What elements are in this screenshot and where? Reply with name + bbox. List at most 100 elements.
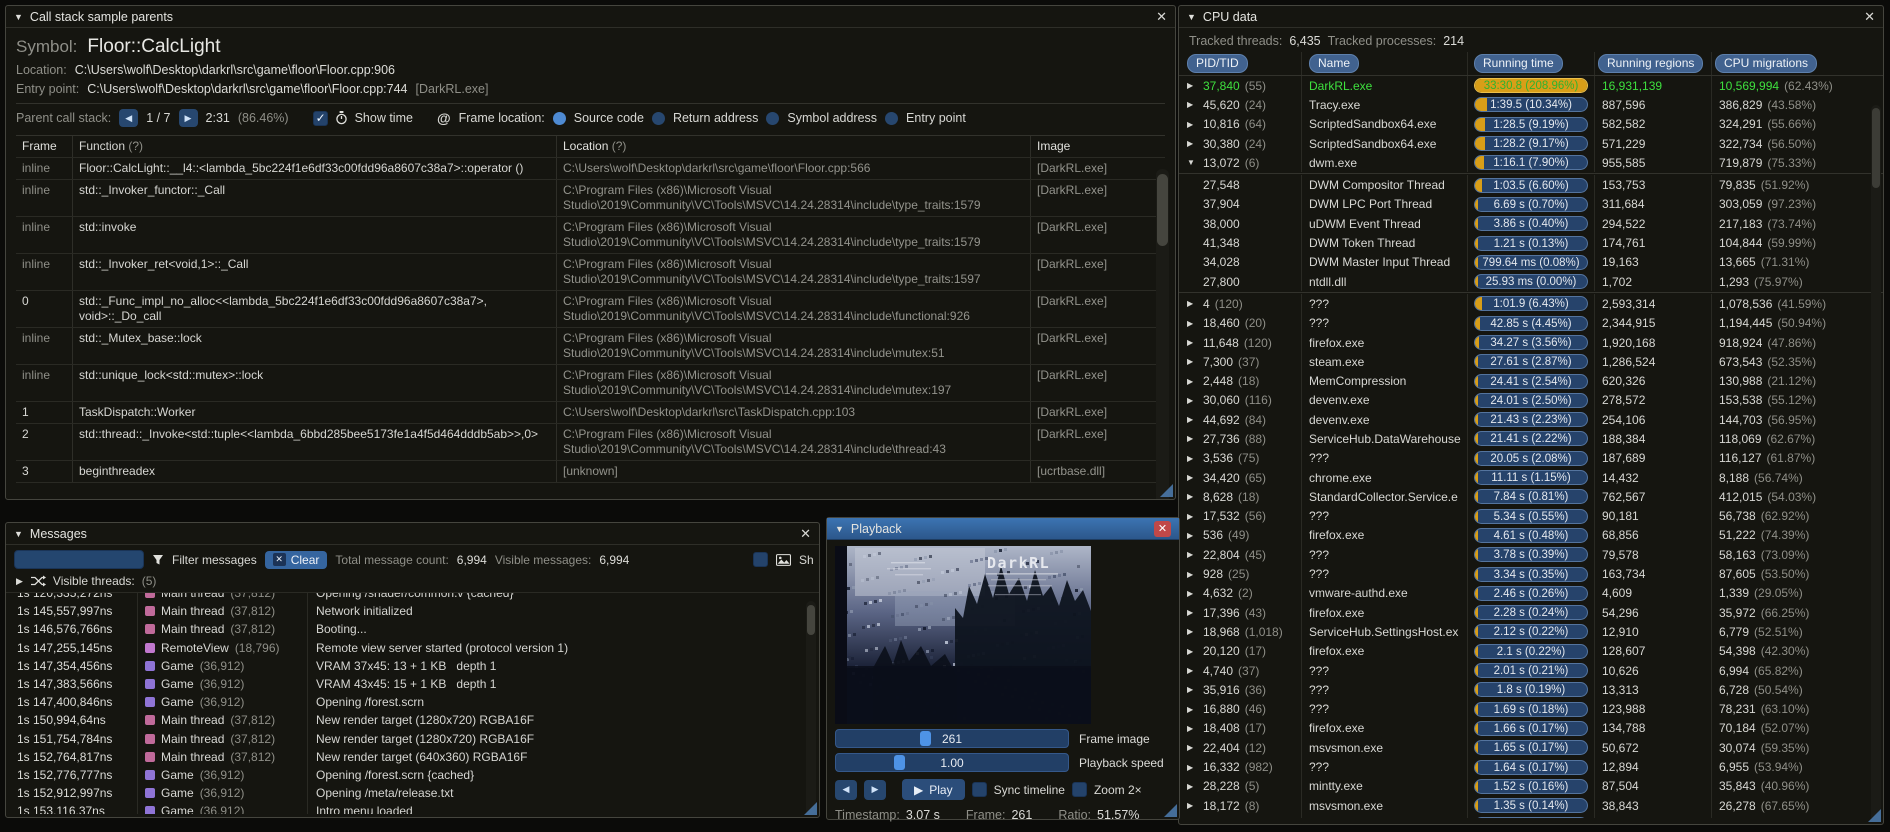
resize-grip[interactable] xyxy=(1164,804,1177,817)
expand-icon[interactable]: ▶ xyxy=(1187,570,1198,579)
collapse-icon[interactable]: ▼ xyxy=(14,529,23,539)
cpu-row[interactable]: ▼ 13,072 (6) dwm.exe 1:16.1 (7.90%) 955,… xyxy=(1179,153,1883,173)
expand-icon[interactable]: ▶ xyxy=(1187,763,1198,772)
visible-threads-row[interactable]: ▶ Visible threads: (5) xyxy=(6,572,819,592)
callstack-row[interactable]: inline std::unique_lock<std::mutex>::loc… xyxy=(16,365,1165,402)
cpu-row[interactable]: ▶ 18,408 (17) firefox.exe 1.66 s (0.17%)… xyxy=(1179,718,1883,739)
message-row[interactable]: 1s 146,576,766ns Main thread (37,812) Bo… xyxy=(6,620,819,639)
radio-return-address[interactable] xyxy=(651,111,665,125)
expand-icon[interactable]: ▶ xyxy=(1187,627,1198,636)
cpu-row[interactable]: ▶ 11,648 (120) firefox.exe 34.27 s (3.56… xyxy=(1179,332,1883,353)
expand-icon[interactable]: ▶ xyxy=(1187,454,1198,463)
scrollbar-thumb[interactable] xyxy=(1872,108,1880,188)
clear-button[interactable]: ✕ Clear xyxy=(264,550,328,569)
cpu-row[interactable]: ▶ 16,880 (46) ??? 1.69 s (0.18%) 123,988… xyxy=(1179,699,1883,719)
radio-source-code-label[interactable]: Source code xyxy=(574,111,644,125)
expand-icon[interactable]: ▶ xyxy=(1187,396,1198,405)
column-running-regions[interactable]: Running regions xyxy=(1598,54,1704,73)
message-row[interactable]: 1s 147,255,145ns RemoteView (18,796) Rem… xyxy=(6,638,819,657)
cpu-row[interactable]: 34,028 DWM Master Input Thread 799.64 ms… xyxy=(1179,252,1883,272)
expand-icon[interactable]: ▶ xyxy=(1187,801,1198,810)
message-row[interactable]: 1s 147,400,846ns Game (36,912) Opening /… xyxy=(6,693,819,712)
column-location[interactable]: Location (?) xyxy=(556,136,1030,157)
cpu-row[interactable]: ▶ 45,620 (24) Tracy.exe 1:39.5 (10.34%) … xyxy=(1179,95,1883,115)
cpu-row[interactable]: ▶ 30,380 (24) ScriptedSandbox64.exe 1:28… xyxy=(1179,133,1883,154)
cpu-row[interactable]: ▶ 34,420 (65) chrome.exe 11.11 s (1.15%)… xyxy=(1179,467,1883,488)
cpu-row[interactable]: ▶ 44,692 (84) devenv.exe 21.43 s (2.23%)… xyxy=(1179,410,1883,430)
prev-frame-button[interactable]: ◀ xyxy=(835,779,857,800)
expand-icon[interactable]: ▶ xyxy=(1187,492,1198,501)
callstack-row[interactable]: inline std::_Invoker_functor::_Call C:\P… xyxy=(16,180,1165,217)
resize-grip[interactable] xyxy=(1868,809,1881,822)
close-icon[interactable]: ✕ xyxy=(1864,10,1875,23)
next-frame-button[interactable]: ▶ xyxy=(864,779,886,800)
column-name[interactable]: Name xyxy=(1309,54,1360,73)
close-icon[interactable]: ✕ xyxy=(1154,520,1171,537)
cpu-row[interactable]: ▶ 22,804 (45) ??? 3.78 s (0.39%) 79,578 … xyxy=(1179,545,1883,565)
column-running-time[interactable]: Running time xyxy=(1474,54,1563,73)
message-row[interactable]: 1s 151,754,784ns Main thread (37,812) Ne… xyxy=(6,729,819,748)
message-row[interactable]: 1s 150,994,64ns Main thread (37,812) New… xyxy=(6,711,819,730)
cpu-row[interactable]: ▶ 17,532 (56) ??? 5.34 s (0.55%) 90,181 … xyxy=(1179,506,1883,526)
cpu-row[interactable]: 38,000 uDWM Event Thread 3.86 s (0.40%) … xyxy=(1179,214,1883,234)
zoom-2x-checkbox[interactable] xyxy=(1071,782,1087,797)
scrollbar-thumb[interactable] xyxy=(1157,174,1168,246)
cpu-row[interactable]: ▶ 4,740 (37) ??? 2.01 s (0.21%) 10,626 6… xyxy=(1179,660,1883,681)
show-images-label[interactable]: Show images xyxy=(799,553,813,567)
expand-icon[interactable]: ▶ xyxy=(1187,357,1198,366)
expand-icon[interactable]: ▶ xyxy=(1187,81,1198,90)
resize-grip[interactable] xyxy=(804,802,817,815)
callstack-scrollbar[interactable] xyxy=(1156,169,1169,499)
expand-icon[interactable]: ▶ xyxy=(16,576,23,587)
expand-icon[interactable]: ▶ xyxy=(1187,120,1198,129)
cpu-row[interactable]: ▶ 20,120 (17) firefox.exe 2.1 s (0.22%) … xyxy=(1179,641,1883,661)
message-row[interactable]: 1s 152,776,777ns Game (36,912) Opening /… xyxy=(6,765,819,785)
radio-entry-point[interactable] xyxy=(885,111,899,125)
cpu-row[interactable]: ▶ 27,736 (88) ServiceHub.DataWarehouse 2… xyxy=(1179,429,1883,449)
cpu-row[interactable]: ▶ 928 (25) ??? 3.34 s (0.35%) 163,734 87… xyxy=(1179,564,1883,584)
expand-icon[interactable]: ▶ xyxy=(1187,550,1198,559)
callstack-row[interactable]: 2 std::thread::_Invoke<std::tuple<<lambd… xyxy=(16,424,1165,461)
message-row[interactable]: 1s 152,912,997ns Game (36,912) Opening /… xyxy=(6,784,819,803)
callstack-row[interactable]: inline std::_Mutex_base::lock C:\Program… xyxy=(16,328,1165,365)
expand-icon[interactable]: ▼ xyxy=(1187,158,1198,167)
frame-image-slider[interactable]: 261 xyxy=(835,729,1069,748)
message-row[interactable]: 1s 147,383,566ns Game (36,912) VRAM 43x4… xyxy=(6,674,819,694)
radio-symbol-address[interactable] xyxy=(766,111,780,125)
sync-timeline-label[interactable]: Sync timeline xyxy=(994,783,1065,797)
next-parent-button[interactable]: ▶ xyxy=(178,109,198,127)
collapse-icon[interactable]: ▼ xyxy=(14,12,23,22)
cpu-row[interactable]: ▶ 17,396 (43) firefox.exe 2.28 s (0.24%)… xyxy=(1179,603,1883,623)
cpu-row[interactable]: ▶ 35,916 (36) ??? 1.8 s (0.19%) 13,313 6… xyxy=(1179,680,1883,700)
column-image[interactable]: Image xyxy=(1030,136,1136,157)
sync-timeline-checkbox[interactable] xyxy=(971,782,987,797)
radio-return-address-label[interactable]: Return address xyxy=(673,111,758,125)
cpu-row[interactable]: ▶ 37,840 (55) DarkRL.exe 33:30.8 (208.96… xyxy=(1179,76,1883,96)
show-time-label[interactable]: Show time xyxy=(355,111,413,125)
expand-icon[interactable]: ▶ xyxy=(1187,434,1198,443)
expand-icon[interactable]: ▶ xyxy=(1187,743,1198,752)
cpu-row[interactable]: ▶ 30,060 (116) devenv.exe 24.01 s (2.50%… xyxy=(1179,390,1883,411)
close-icon[interactable]: ✕ xyxy=(1156,10,1167,23)
column-pid-tid[interactable]: PID/TID xyxy=(1187,54,1248,73)
cpu-row[interactable]: ▶ 18,172 (8) msvsmon.exe 1.35 s (0.14%) … xyxy=(1179,795,1883,816)
show-time-checkbox[interactable] xyxy=(312,110,328,126)
cpu-row[interactable]: 27,800 ntdll.dll 25.93 ms (0.00%) 1,702 … xyxy=(1179,271,1883,292)
close-icon[interactable]: ✕ xyxy=(800,527,811,540)
cpu-row[interactable]: ▶ 16,332 (982) ??? 1.64 s (0.17%) 12,894… xyxy=(1179,757,1883,777)
expand-icon[interactable]: ▶ xyxy=(1187,473,1198,482)
cpu-row[interactable] xyxy=(1179,815,1883,818)
cpu-scrollbar[interactable] xyxy=(1871,105,1881,818)
cpu-row[interactable]: ▶ 18,460 (20) ??? 42.85 s (4.45%) 2,344,… xyxy=(1179,313,1883,333)
cpu-row[interactable]: ▶ 536 (49) firefox.exe 4.61 s (0.48%) 68… xyxy=(1179,525,1883,546)
play-button[interactable]: ▶ Play xyxy=(902,779,965,800)
cpu-row[interactable]: 41,348 DWM Token Thread 1.21 s (0.13%) 1… xyxy=(1179,233,1883,253)
expand-icon[interactable]: ▶ xyxy=(1187,608,1198,617)
expand-icon[interactable]: ▶ xyxy=(1187,666,1198,675)
callstack-row[interactable]: inline std::invoke C:\Program Files (x86… xyxy=(16,217,1165,254)
expand-icon[interactable]: ▶ xyxy=(1187,724,1198,733)
expand-icon[interactable]: ▶ xyxy=(1187,685,1198,694)
collapse-icon[interactable]: ▼ xyxy=(1187,12,1196,22)
expand-icon[interactable]: ▶ xyxy=(1187,531,1198,540)
expand-icon[interactable]: ▶ xyxy=(1187,782,1198,791)
